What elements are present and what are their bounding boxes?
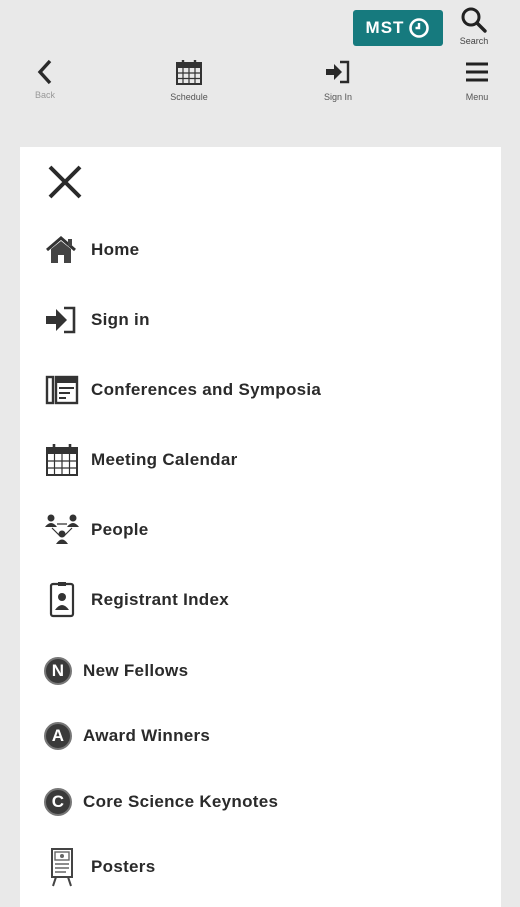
- menu-item-label: Registrant Index: [91, 590, 229, 609]
- close-icon[interactable]: [46, 163, 84, 201]
- menu-item-label: Posters: [91, 857, 156, 876]
- letter-a-icon: A: [44, 718, 78, 754]
- menu-item-label: People: [91, 520, 149, 539]
- chevron-left-icon: [37, 59, 52, 85]
- menu-button[interactable]: Menu: [457, 58, 497, 102]
- menu-item-sign-in[interactable]: Sign in: [44, 300, 150, 340]
- hamburger-icon: [466, 62, 488, 82]
- navigation-menu-panel: Home Sign in Conferences and Symposia Me…: [20, 147, 501, 907]
- menu-item-home[interactable]: Home: [44, 230, 139, 270]
- calendar-icon: [176, 60, 202, 85]
- menu-item-registrant-index[interactable]: Registrant Index: [44, 580, 229, 620]
- back-label: Back: [34, 90, 55, 100]
- schedule-label: Schedule: [170, 92, 208, 102]
- menu-item-new-fellows[interactable]: N New Fellows: [44, 651, 188, 691]
- menu-item-label: Meeting Calendar: [91, 450, 238, 469]
- menu-item-label: Sign in: [91, 310, 150, 329]
- menu-item-label: Core Science Keynotes: [83, 792, 279, 811]
- sign-in-nav-button[interactable]: Sign In: [316, 58, 360, 102]
- search-label: Search: [459, 36, 489, 46]
- sign-in-icon: [326, 60, 350, 84]
- calendar-icon: [44, 442, 84, 478]
- clock-icon: [409, 18, 430, 38]
- letter-badge: A: [44, 722, 72, 750]
- menu-item-label: Award Winners: [83, 726, 211, 745]
- letter-badge: C: [44, 788, 72, 816]
- menu-item-label: Home: [91, 240, 140, 259]
- menu-item-conferences[interactable]: Conferences and Symposia: [44, 370, 321, 410]
- search-button[interactable]: Search: [454, 6, 494, 46]
- menu-item-posters[interactable]: Posters: [44, 847, 155, 887]
- letter-n-icon: N: [44, 653, 78, 689]
- menu-label: Menu: [465, 92, 489, 102]
- timezone-label: MST: [365, 18, 405, 37]
- sign-in-icon: [44, 302, 84, 338]
- menu-item-award-winners[interactable]: A Award Winners: [44, 716, 210, 756]
- sign-in-label: Sign In: [323, 92, 353, 102]
- search-icon: [461, 7, 487, 33]
- schedule-button[interactable]: Schedule: [163, 58, 215, 102]
- back-button[interactable]: Back: [28, 58, 62, 100]
- badge-icon: [44, 582, 84, 618]
- menu-item-meeting-calendar[interactable]: Meeting Calendar: [44, 440, 238, 480]
- top-toolbar: MST Search Back Schedule Sign In Menu: [0, 0, 520, 128]
- menu-item-core-science-keynotes[interactable]: C Core Science Keynotes: [44, 782, 278, 822]
- conferences-icon: [44, 372, 84, 408]
- home-icon: [44, 232, 84, 268]
- menu-item-label: Conferences and Symposia: [91, 380, 322, 399]
- letter-badge: N: [44, 657, 72, 685]
- poster-icon: [44, 848, 84, 887]
- timezone-button[interactable]: MST: [353, 10, 443, 46]
- menu-item-people[interactable]: People: [44, 510, 149, 550]
- menu-item-label: New Fellows: [83, 661, 189, 680]
- letter-c-icon: C: [44, 784, 78, 820]
- people-icon: [44, 512, 84, 548]
